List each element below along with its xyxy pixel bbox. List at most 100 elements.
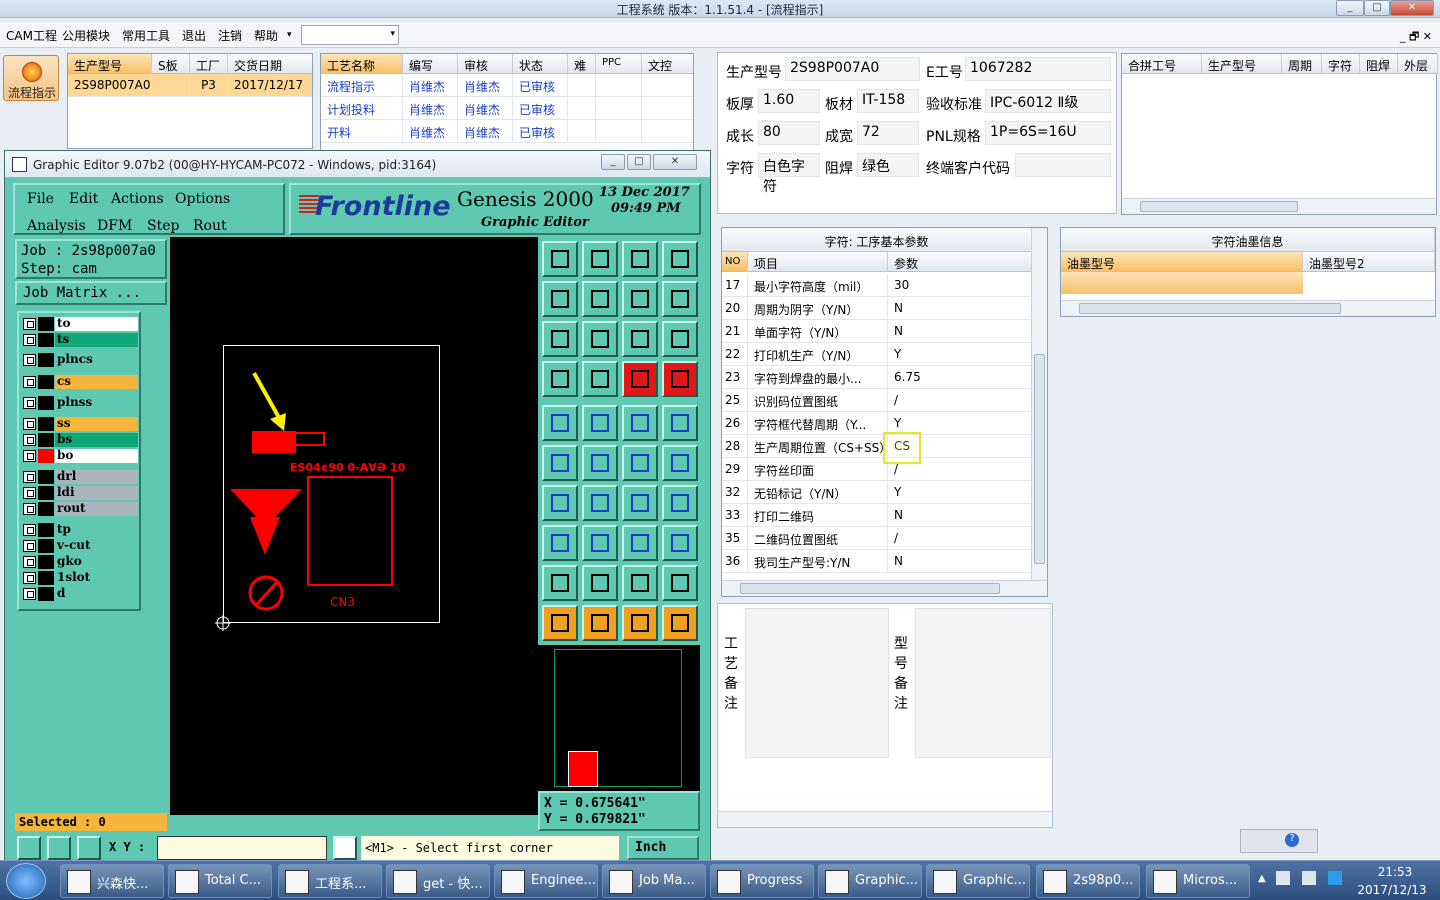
layer-name[interactable]: 1slot [55, 571, 138, 585]
h-scrollbar[interactable] [1061, 300, 1435, 316]
col-merge-mask[interactable]: 阻焊 [1360, 54, 1398, 74]
param-no[interactable]: 25 [722, 389, 748, 412]
layer-checkbox[interactable] [23, 487, 36, 499]
tool-ruler-icon[interactable] [622, 405, 658, 441]
tray-network-icon[interactable] [1302, 871, 1316, 885]
layer-name[interactable]: plncs [55, 353, 138, 367]
taskbar-item[interactable]: Total C... [168, 864, 272, 898]
field-thick[interactable]: 1.60 [758, 89, 820, 113]
process-cell[interactable] [568, 74, 596, 97]
menu-common[interactable]: 公用模块 [62, 27, 110, 44]
job-factory-cell[interactable]: P3 [190, 74, 228, 97]
col-no[interactable]: NO [722, 252, 748, 272]
layer-checkbox[interactable] [23, 376, 36, 388]
v-scrollbar[interactable] [1031, 228, 1047, 580]
param-item[interactable]: 识别码位置图纸 [748, 389, 888, 412]
tool-scale-icon[interactable] [622, 321, 658, 357]
clock-date[interactable]: 2017/12/13 [1352, 883, 1432, 897]
graphics-canvas[interactable]: ES04¢90 0-A∀Ə 10 CN3 [170, 237, 538, 815]
param-no[interactable]: 17 [722, 274, 748, 297]
col-process[interactable]: 工艺名称 [321, 54, 403, 74]
close-button[interactable]: ✕ [1390, 0, 1434, 16]
tool-node-icon[interactable] [542, 525, 578, 561]
col-difficulty[interactable]: 难 [568, 54, 596, 74]
col-s[interactable]: S板 [152, 54, 190, 74]
scroll-thumb[interactable] [740, 583, 1000, 594]
layer-name[interactable]: bs [55, 433, 138, 447]
layer-row[interactable]: ss [23, 417, 138, 431]
layer-name[interactable]: to [55, 317, 138, 331]
layer-checkbox[interactable] [23, 354, 36, 366]
tool-line-icon[interactable] [622, 445, 658, 481]
param-no[interactable]: 36 [722, 550, 748, 573]
menu-tools[interactable]: 常用工具 [122, 27, 170, 44]
layer-name[interactable]: ts [55, 333, 138, 347]
scroll-thumb[interactable] [1034, 354, 1045, 564]
layer-checkbox[interactable] [23, 471, 36, 483]
menu-dfm[interactable]: DFM [97, 218, 132, 234]
menu-edit[interactable]: Edit [69, 191, 98, 207]
process-cell[interactable] [596, 120, 642, 143]
process-cell[interactable]: 肖维杰 [458, 97, 513, 120]
layer-checkbox[interactable] [23, 418, 36, 430]
param-no[interactable]: 29 [722, 458, 748, 481]
layer-name[interactable]: bo [55, 449, 138, 463]
process-cell[interactable]: 肖维杰 [403, 120, 458, 143]
tool-grid-icon[interactable] [77, 836, 101, 860]
col-param[interactable]: 参数 [888, 252, 1032, 272]
process-cell[interactable] [568, 97, 596, 120]
taskbar-item[interactable]: Progress [710, 864, 814, 898]
col-status[interactable]: 状态 [513, 54, 568, 74]
chevron-down-icon[interactable]: ▾ [287, 30, 292, 40]
field-pnl[interactable]: 1P=6S=16U [985, 121, 1111, 145]
layer-checkbox[interactable] [23, 556, 36, 568]
process-cell[interactable]: 计划投料 [321, 97, 403, 120]
minimize-button[interactable]: _ [1336, 0, 1364, 16]
process-cell[interactable] [642, 120, 693, 143]
col-merge-char[interactable]: 字符 [1322, 54, 1360, 74]
layer-row[interactable]: v-cut [23, 539, 138, 553]
ink-row[interactable] [1061, 272, 1303, 294]
menu-cam[interactable]: CAM工程 [6, 27, 57, 44]
taskbar-item[interactable]: Job Ma... [602, 864, 706, 898]
process-cell[interactable] [642, 97, 693, 120]
tool-tri3-icon[interactable] [622, 565, 658, 601]
layer-name[interactable]: tp [55, 523, 138, 537]
tool-center-icon[interactable] [582, 321, 618, 357]
col-ppc[interactable]: PPC [596, 54, 642, 74]
process-cell[interactable] [596, 97, 642, 120]
taskbar-item[interactable]: get - 快... [386, 864, 490, 898]
tool-tri2-icon[interactable] [582, 565, 618, 601]
process-cell[interactable]: 已审核 [513, 120, 568, 143]
param-value[interactable]: N [888, 297, 1032, 320]
layer-row[interactable]: plncs [23, 353, 138, 367]
col-writer[interactable]: 编写 [403, 54, 458, 74]
field-std[interactable]: IPC-6012 Ⅱ级 [985, 89, 1111, 113]
layer-checkbox[interactable] [23, 334, 36, 346]
start-button[interactable] [6, 863, 46, 899]
layer-checkbox[interactable] [23, 397, 36, 409]
param-item[interactable]: 无铅标记（Y/N） [748, 481, 888, 504]
param-value[interactable]: Y [888, 481, 1032, 504]
param-item[interactable]: 打印机生产（Y/N） [748, 343, 888, 366]
tool-zoom-icon[interactable] [17, 836, 41, 860]
layer-name[interactable]: v-cut [55, 539, 138, 553]
param-item[interactable]: 单面字符（Y/N） [748, 320, 888, 343]
taskbar-item[interactable]: Enginee... [494, 864, 598, 898]
col-model[interactable]: 生产型号 [68, 54, 152, 74]
layer-row[interactable]: rout [23, 502, 138, 516]
col-reviewer[interactable]: 审核 [458, 54, 513, 74]
process-cell[interactable] [568, 120, 596, 143]
h-scrollbar[interactable] [1122, 198, 1436, 214]
tool-minus-icon[interactable] [582, 525, 618, 561]
layer-name[interactable]: plnss [55, 396, 138, 410]
editor-close-button[interactable]: ✕ [653, 154, 697, 170]
col-delivery[interactable]: 交货日期 [228, 54, 312, 74]
scroll-thumb[interactable] [1079, 303, 1341, 314]
tool-line2-icon[interactable] [662, 445, 698, 481]
h-scrollbar[interactable] [722, 580, 1047, 596]
job-s-cell[interactable] [152, 74, 190, 97]
param-no[interactable]: 28 [722, 435, 748, 458]
menu-file[interactable]: File [27, 191, 54, 207]
param-value[interactable]: N [888, 504, 1032, 527]
